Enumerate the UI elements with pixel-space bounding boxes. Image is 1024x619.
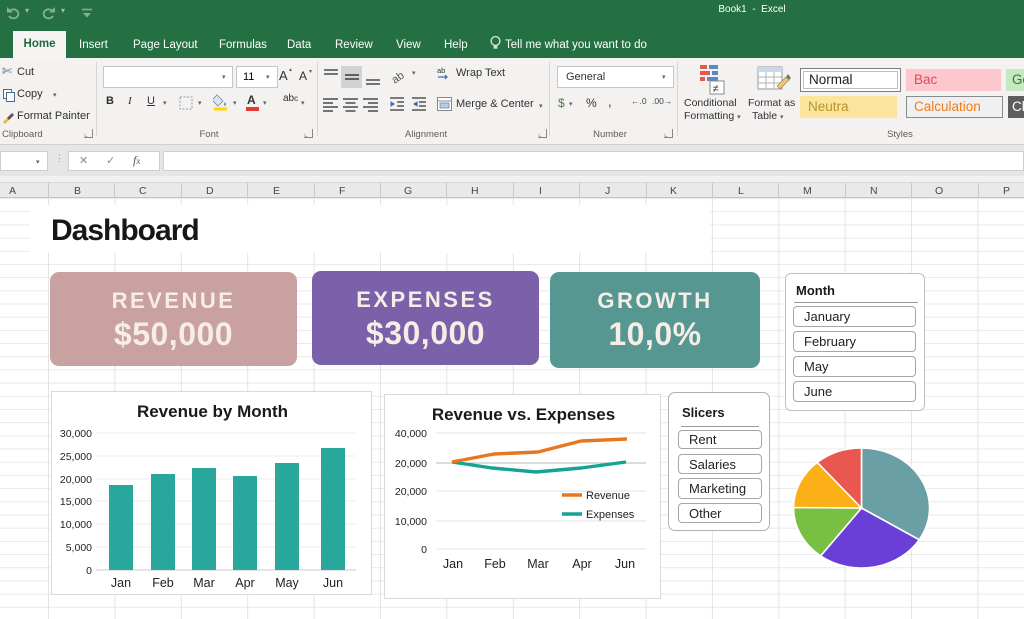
svg-text:0: 0 bbox=[421, 544, 427, 556]
svg-text:25,000: 25,000 bbox=[60, 451, 92, 463]
svg-text:ab: ab bbox=[390, 70, 407, 86]
svg-text:Mar: Mar bbox=[193, 576, 215, 590]
svg-text:Revenue: Revenue bbox=[586, 490, 630, 502]
svg-text:Feb: Feb bbox=[484, 557, 506, 571]
svg-text:≠: ≠ bbox=[713, 83, 719, 95]
svg-text:Jan: Jan bbox=[443, 557, 463, 571]
svg-text:15,000: 15,000 bbox=[60, 496, 92, 508]
svg-text:Jun: Jun bbox=[323, 576, 343, 590]
svg-text:ab: ab bbox=[437, 66, 445, 75]
svg-text:Mar: Mar bbox=[527, 557, 549, 571]
svg-text:30,000: 30,000 bbox=[60, 428, 92, 440]
svg-text:20,000: 20,000 bbox=[395, 458, 427, 470]
svg-text:5,000: 5,000 bbox=[66, 542, 92, 554]
svg-text:Jan: Jan bbox=[111, 576, 131, 590]
svg-text:10,000: 10,000 bbox=[60, 519, 92, 531]
svg-text:Feb: Feb bbox=[152, 576, 174, 590]
svg-text:20,000: 20,000 bbox=[60, 474, 92, 486]
svg-text:10,000: 10,000 bbox=[395, 516, 427, 528]
svg-text:40,000: 40,000 bbox=[395, 428, 427, 440]
svg-text:20,000: 20,000 bbox=[395, 486, 427, 498]
svg-text:Apr: Apr bbox=[572, 557, 591, 571]
svg-text:Apr: Apr bbox=[235, 576, 254, 590]
svg-text:May: May bbox=[275, 576, 299, 590]
svg-text:Expenses: Expenses bbox=[586, 509, 635, 521]
svg-text:Jun: Jun bbox=[615, 557, 635, 571]
svg-text:0: 0 bbox=[86, 565, 92, 577]
